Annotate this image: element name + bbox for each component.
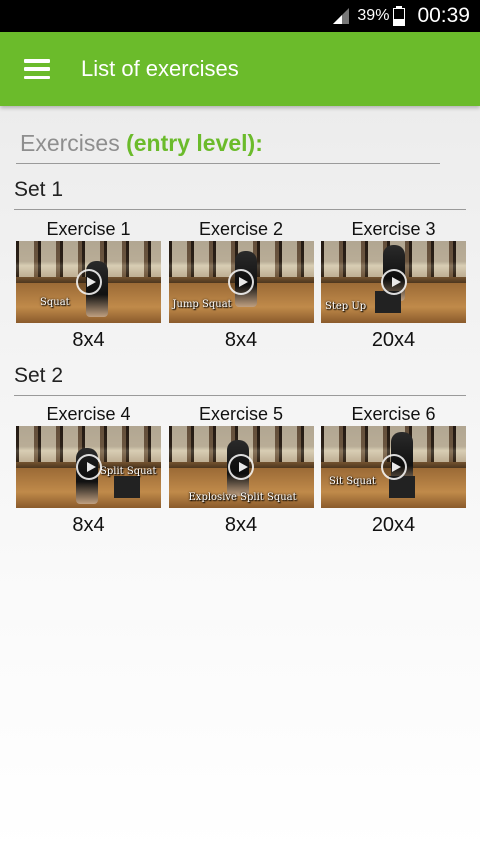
signal-icon: [333, 8, 350, 24]
hamburger-menu-icon[interactable]: [24, 59, 50, 79]
video-thumbnail[interactable]: Sit Squat: [321, 426, 466, 508]
exercise-title: Exercise 3: [351, 219, 436, 239]
section-header: Exercises (entry level):: [16, 124, 440, 164]
play-icon[interactable]: [228, 454, 254, 480]
status-time: 00:39: [417, 4, 470, 27]
exercise-card-1[interactable]: Exercise 1 Squat 8x4: [16, 217, 161, 353]
section-level: (entry level):: [126, 130, 263, 156]
exercise-card-6[interactable]: Exercise 6 Sit Squat 20x4: [321, 402, 466, 538]
video-label: Jump Squat: [172, 299, 232, 310]
video-thumbnail[interactable]: Step Up: [321, 241, 466, 323]
exercise-reps: 20x4: [371, 329, 416, 351]
exercise-card-4[interactable]: Exercise 4 Split Squat 8x4: [16, 402, 161, 538]
video-thumbnail[interactable]: Explosive Split Squat: [168, 426, 314, 508]
battery-percentage: 39%: [357, 7, 390, 24]
play-icon[interactable]: [380, 269, 407, 295]
exercise-reps: 8x4: [224, 514, 258, 536]
video-thumbnail[interactable]: Squat: [16, 241, 161, 323]
video-label: Step Up: [325, 301, 367, 312]
video-label: Explosive Split Squat: [188, 492, 297, 503]
exercise-card-2[interactable]: Exercise 2 Jump Squat 8x4: [168, 217, 314, 353]
exercise-title: Exercise 2: [198, 219, 284, 239]
exercise-reps: 8x4: [224, 329, 258, 351]
exercise-card-5[interactable]: Exercise 5 Explosive Split Squat 8x4: [168, 402, 314, 538]
play-icon[interactable]: [380, 454, 407, 480]
section-prefix: Exercises: [20, 130, 120, 156]
play-icon[interactable]: [228, 269, 254, 295]
video-label: Sit Squat: [329, 476, 376, 487]
video-label: Squat: [40, 297, 70, 308]
exercise-reps: 8x4: [72, 514, 105, 536]
play-icon[interactable]: [75, 269, 102, 295]
status-bar: 39% 00:39: [0, 0, 480, 32]
exercise-title: Exercise 5: [198, 404, 284, 424]
exercise-title: Exercise 4: [46, 404, 131, 424]
video-label: Split Squat: [100, 466, 157, 477]
app-bar: List of exercises: [0, 32, 480, 106]
set-title-1: Set 1: [14, 178, 466, 210]
exercise-grid-set-2: Exercise 4 Split Squat 8x4 Exercise 5 Ex…: [16, 402, 466, 538]
exercise-card-3[interactable]: Exercise 3 Step Up 20x4: [321, 217, 466, 353]
exercise-title: Exercise 6: [351, 404, 436, 424]
set-title-2: Set 2: [14, 364, 466, 396]
video-thumbnail[interactable]: Split Squat: [16, 426, 161, 508]
play-icon[interactable]: [75, 454, 102, 480]
page-title: List of exercises: [81, 56, 239, 81]
exercise-reps: 20x4: [371, 514, 416, 536]
exercise-reps: 8x4: [72, 329, 105, 351]
battery-icon: [393, 6, 406, 26]
exercise-grid-set-1: Exercise 1 Squat 8x4 Exercise 2 Jump Squ…: [16, 217, 466, 353]
exercise-title: Exercise 1: [46, 219, 131, 239]
video-thumbnail[interactable]: Jump Squat: [168, 241, 314, 323]
